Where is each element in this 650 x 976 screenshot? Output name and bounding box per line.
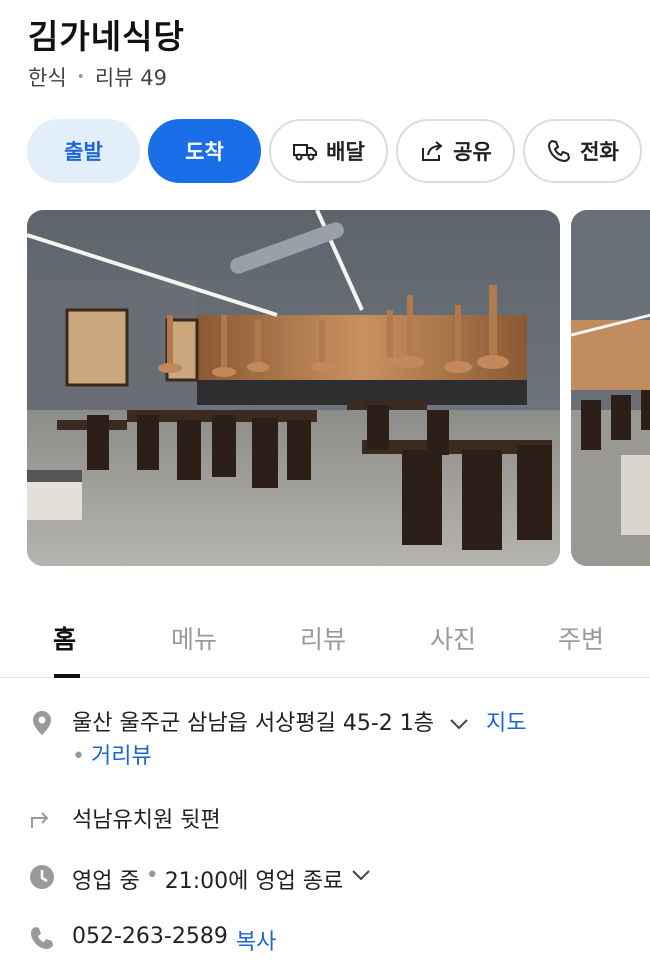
copy-phone-link[interactable]: 복사 [236, 924, 276, 956]
action-buttons: 출발 도착 배달 공유 전화 [27, 119, 650, 183]
hours-status: 영업 중 [72, 869, 140, 894]
place-title: 김가네식당 [28, 17, 185, 56]
restaurant-photo-2[interactable] [571, 210, 650, 566]
tab-reviews[interactable]: 리뷰 [300, 620, 346, 656]
phone-number[interactable]: 052-263-2589 [72, 924, 228, 949]
call-button[interactable]: 전화 [523, 119, 642, 183]
share-icon [419, 138, 445, 164]
category-label: 한식 [28, 66, 67, 90]
delivery-label: 배달 [326, 140, 365, 164]
location-pin-icon [28, 709, 56, 737]
hours-detail: 21:00에 영업 종료 [164, 869, 344, 894]
street-view-link[interactable]: 거리뷰 [91, 744, 152, 769]
review-count-link[interactable]: 리뷰 49 [95, 62, 167, 92]
share-button[interactable]: 공유 [396, 119, 515, 183]
tab-photos[interactable]: 사진 [430, 620, 476, 656]
tab-home[interactable]: 홈 [53, 620, 76, 656]
phone-icon [28, 924, 56, 952]
arrive-label: 도착 [185, 140, 224, 164]
separator-dot: • [76, 69, 85, 85]
tab-nearby[interactable]: 주변 [558, 620, 604, 656]
place-detail-page: 김가네식당 한식 • 리뷰 49 출발 도착 배달 공유 전화 홈 메뉴 리뷰 … [0, 0, 650, 976]
turn-arrow-icon [28, 802, 56, 830]
chevron-down-icon[interactable] [447, 712, 471, 736]
depart-button[interactable]: 출발 [27, 119, 140, 183]
call-label: 전화 [580, 140, 619, 164]
arrive-button[interactable]: 도착 [148, 119, 261, 183]
directions-text: 석남유치원 뒷편 [72, 808, 221, 833]
separator-dot-2: • [72, 744, 85, 769]
share-label: 공유 [453, 140, 492, 164]
restaurant-interior-photo[interactable] [27, 210, 560, 566]
address-text: 울산 울주군 삼남읍 서상평길 45-2 1층 [72, 711, 435, 736]
clock-icon [28, 863, 56, 891]
active-tab-indicator [54, 674, 80, 678]
depart-label: 출발 [64, 140, 103, 164]
delivery-button[interactable]: 배달 [269, 119, 388, 183]
map-link[interactable]: 지도 [486, 711, 526, 736]
photo-carousel[interactable] [27, 210, 650, 566]
separator-dot-3: • [145, 863, 159, 888]
phone-icon [546, 138, 572, 164]
tab-menu[interactable]: 메뉴 [171, 620, 217, 656]
phone-row: 052-263-2589 복사 [28, 924, 276, 956]
hours-row[interactable]: 영업 중 • 21:00에 영업 종료 [28, 863, 373, 895]
place-subline: 한식 • 리뷰 49 [28, 62, 167, 92]
chevron-down-icon[interactable] [349, 863, 373, 887]
address-row: 울산 울주군 삼남읍 서상평길 45-2 1층 지도 • 거리뷰 [28, 707, 628, 773]
delivery-truck-icon [292, 138, 318, 164]
directions-row: 석남유치원 뒷편 [28, 802, 221, 834]
address-block: 울산 울주군 삼남읍 서상평길 45-2 1층 지도 • 거리뷰 [72, 707, 527, 773]
section-tabs: 홈 메뉴 리뷰 사진 주변 [0, 600, 650, 678]
